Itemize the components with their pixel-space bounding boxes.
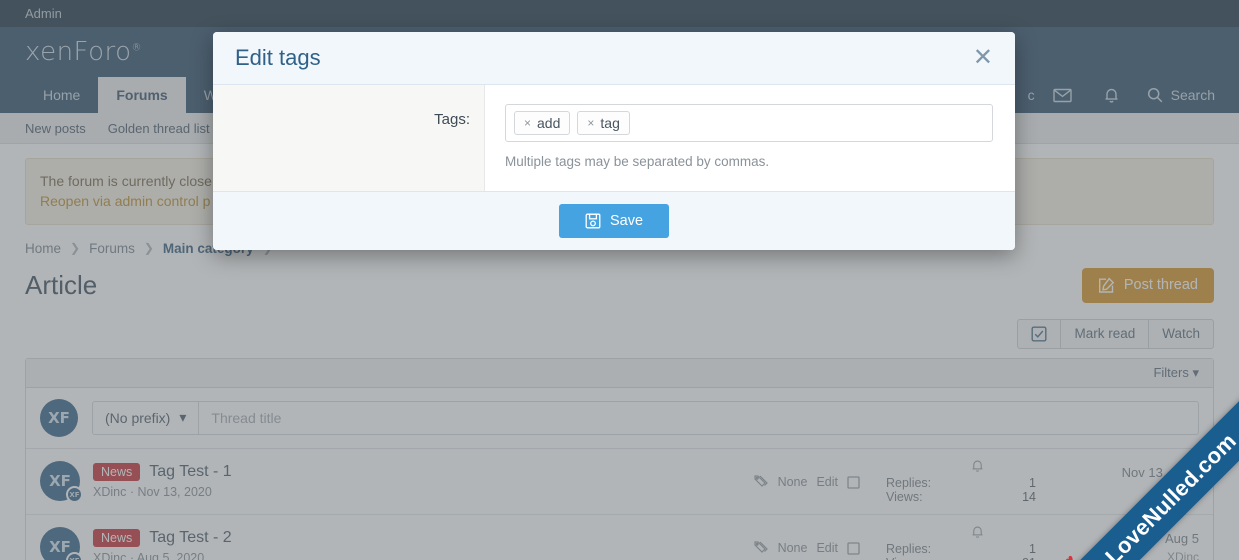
close-icon[interactable]: ✕ bbox=[973, 46, 993, 70]
tag-chip-label: tag bbox=[600, 115, 619, 131]
save-disk-icon bbox=[585, 213, 601, 229]
dialog-body: Tags: × add × tag Multiple tags may be s… bbox=[213, 85, 1015, 191]
page-root: Admin xenForo® Home Forums Wh c bbox=[0, 0, 1239, 560]
tags-input[interactable]: × add × tag bbox=[505, 104, 993, 142]
tags-label: Tags: bbox=[434, 111, 470, 191]
save-button[interactable]: Save bbox=[559, 204, 669, 238]
dialog-header: Edit tags ✕ bbox=[213, 32, 1015, 85]
dialog-field-column: × add × tag Multiple tags may be separat… bbox=[485, 85, 1015, 191]
edit-tags-dialog: Edit tags ✕ Tags: × add × tag Multip bbox=[213, 32, 1015, 250]
dialog-footer: Save bbox=[213, 191, 1015, 250]
tag-chip[interactable]: × add bbox=[514, 111, 570, 135]
dialog-label-column: Tags: bbox=[213, 85, 485, 191]
tags-hint: Multiple tags may be separated by commas… bbox=[505, 154, 993, 169]
tag-chip-label: add bbox=[537, 115, 560, 131]
dialog-title: Edit tags bbox=[235, 45, 321, 71]
remove-tag-icon[interactable]: × bbox=[587, 116, 594, 130]
remove-tag-icon[interactable]: × bbox=[524, 116, 531, 130]
tag-chip[interactable]: × tag bbox=[577, 111, 629, 135]
save-label: Save bbox=[610, 213, 643, 229]
